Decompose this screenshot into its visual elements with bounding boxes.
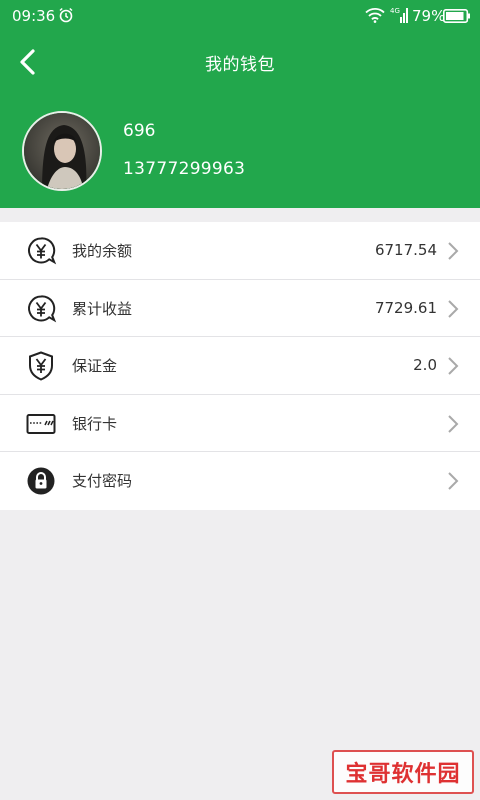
avatar[interactable] bbox=[22, 111, 102, 191]
page-title: 我的钱包 bbox=[205, 55, 275, 75]
row-value: 6717.54 bbox=[374, 241, 437, 259]
wallet-menu-list: 我的余额 6717.54 累计收益 7729.61 保证金 2.0 银行卡 支付… bbox=[0, 222, 480, 510]
lock-icon bbox=[25, 466, 57, 496]
row-value: 2.0 bbox=[413, 356, 437, 374]
payment-password-row[interactable]: 支付密码 bbox=[0, 452, 480, 510]
row-label: 保证金 bbox=[72, 357, 118, 375]
status-bar: 09:36 4G 79% bbox=[0, 0, 480, 32]
bank-card-icon bbox=[25, 409, 57, 439]
status-time: 09:36 bbox=[12, 7, 56, 25]
signal-icon: 4G bbox=[390, 6, 410, 28]
title-bar: 我的钱包 bbox=[0, 38, 480, 86]
row-label: 我的余额 bbox=[72, 242, 133, 260]
chevron-right-icon bbox=[448, 242, 459, 260]
row-label: 累计收益 bbox=[72, 299, 133, 318]
yen-bubble-icon bbox=[25, 294, 57, 324]
bank-card-row[interactable]: 银行卡 bbox=[0, 395, 480, 452]
yen-shield-icon bbox=[25, 351, 57, 381]
wallet-header: 09:36 4G 79% 我的钱包 696 13777299963 bbox=[0, 0, 480, 208]
earnings-row[interactable]: 累计收益 7729.61 bbox=[0, 280, 480, 337]
row-label: 支付密码 bbox=[72, 472, 133, 490]
chevron-right-icon bbox=[448, 357, 459, 375]
chevron-right-icon bbox=[448, 414, 459, 433]
yen-bubble-icon bbox=[25, 236, 57, 266]
chevron-right-icon bbox=[448, 472, 459, 490]
username: 696 bbox=[123, 121, 156, 141]
phone-number: 13777299963 bbox=[123, 159, 246, 179]
battery-icon bbox=[443, 9, 471, 27]
deposit-row[interactable]: 保证金 2.0 bbox=[0, 337, 480, 395]
wifi-icon bbox=[365, 7, 385, 27]
balance-row[interactable]: 我的余额 6717.54 bbox=[0, 222, 480, 280]
chevron-right-icon bbox=[448, 299, 459, 318]
row-value: 7729.61 bbox=[374, 298, 437, 317]
battery-percentage: 79% bbox=[412, 7, 446, 25]
watermark-logo: 宝哥软件园 bbox=[332, 750, 474, 794]
alarm-icon bbox=[58, 7, 74, 27]
svg-text:4G: 4G bbox=[390, 7, 400, 15]
row-label: 银行卡 bbox=[72, 414, 118, 433]
